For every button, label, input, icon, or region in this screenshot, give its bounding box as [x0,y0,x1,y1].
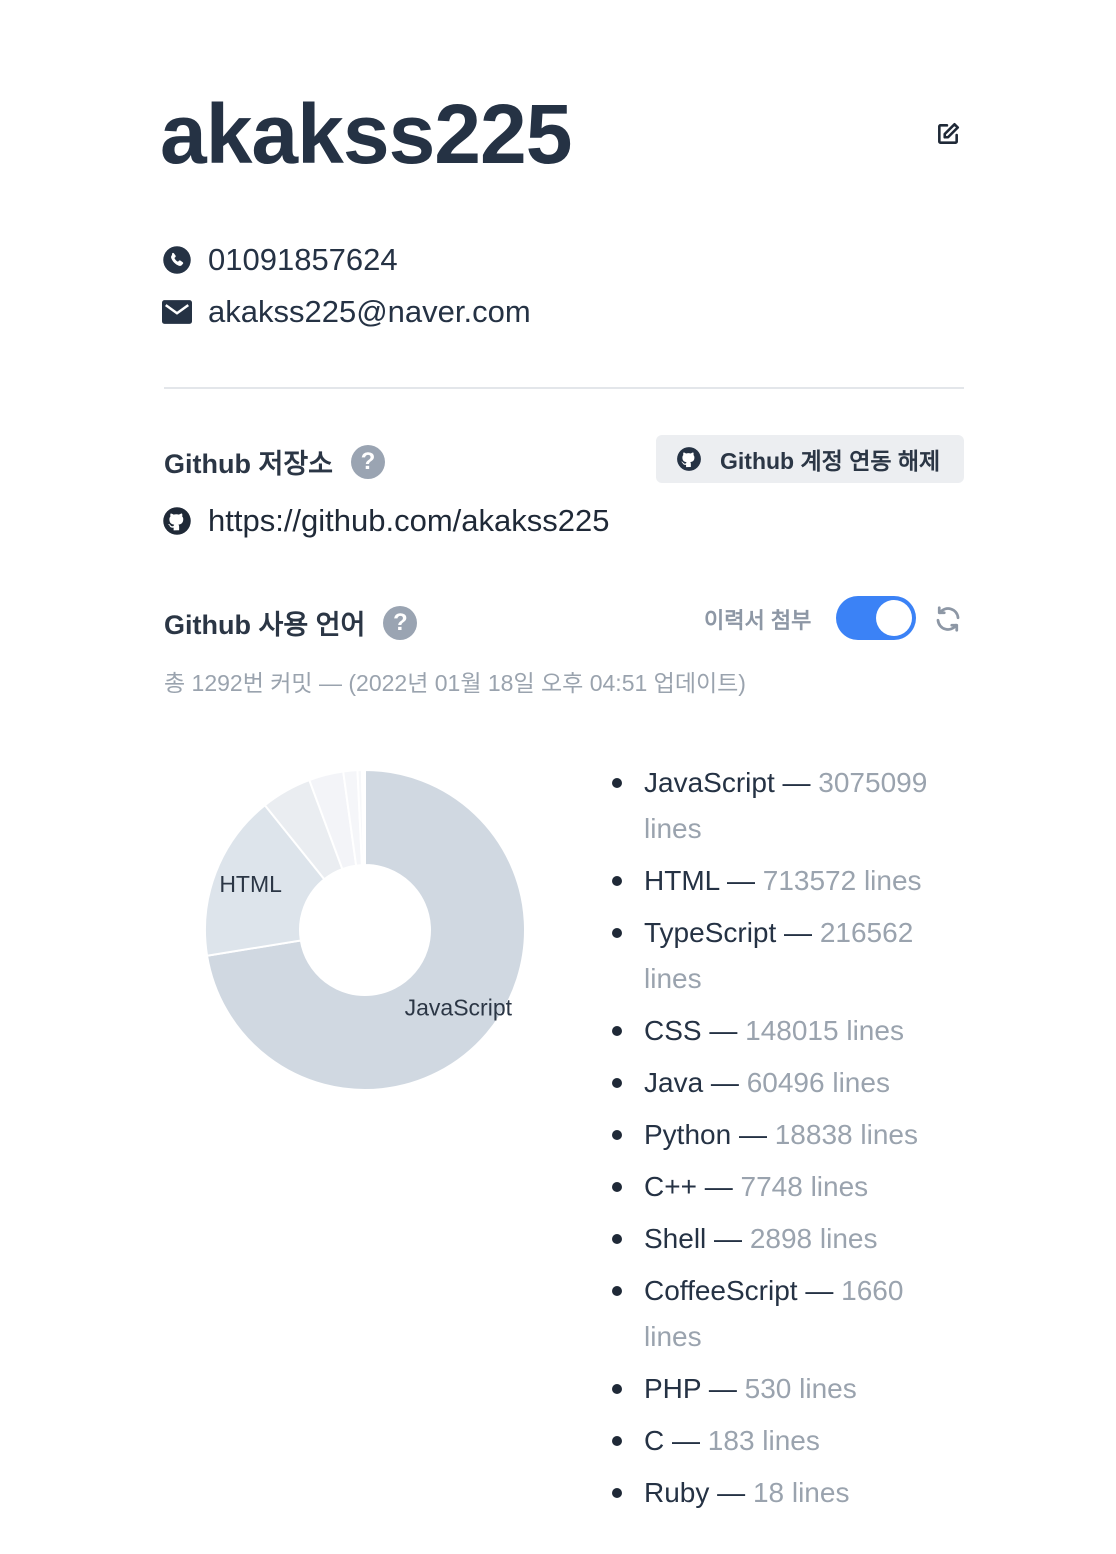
language-line-count: 18838 lines [774,1119,918,1150]
language-line-count: 148015 lines [745,1015,904,1046]
github-repo-url: https://github.com/akakss225 [208,503,610,538]
donut-slice-label: HTML [219,871,282,897]
donut-slice-label: JavaScript [405,994,513,1020]
language-separator: — [776,917,820,948]
language-name: C [644,1425,665,1456]
commit-info: 총 1292번 커밋 — (2022년 01월 18일 오후 04:51 업데이… [164,670,746,696]
toggle-knob [876,600,912,636]
language-separator: — [696,1171,741,1202]
language-name: CSS [644,1015,702,1046]
language-list-item: HTML — 713572 lines [610,858,960,904]
resume-attach-label: 이력서 첨부 [704,608,812,633]
language-list-item: C++ — 7748 lines [610,1164,960,1210]
github-repo-title: Github 저장소 ? [164,442,385,481]
phone-icon [162,245,192,275]
profile-name: akakss225 [160,87,572,181]
github-lang-title: Github 사용 언어 ? [164,603,418,642]
section-divider [164,387,964,389]
language-donut-chart: JavaScript HTML [204,768,526,1091]
phone-row: 01091857624 [162,242,398,278]
language-list-item: TypeScript — 216562 lines [610,910,960,1002]
language-line-count: 18 lines [752,1477,850,1508]
language-name: PHP [644,1373,702,1404]
github-repo-link[interactable]: https://github.com/akakss225 [162,503,610,539]
phone-number: 01091857624 [208,242,398,277]
resume-attach-toggle[interactable] [836,596,916,640]
github-repo-title-text: Github 저장소 [164,449,333,479]
language-list-item: CoffeeScript — 1660 lines [610,1268,960,1360]
language-line-count: 713572 lines [762,865,922,896]
edit-icon [938,122,960,144]
language-list-item: Ruby — 18 lines [610,1470,960,1516]
github-icon [162,506,192,536]
help-icon[interactable]: ? [383,605,418,640]
language-list-item: Python — 18838 lines [610,1112,960,1158]
help-icon[interactable]: ? [351,444,385,479]
language-name: HTML [644,865,720,896]
github-icon [676,446,702,472]
language-separator: — [797,1275,842,1306]
language-name: JavaScript [644,767,775,798]
language-line-count: 2898 lines [749,1223,878,1254]
language-line-count: 530 lines [744,1373,857,1404]
language-separator: — [701,1373,745,1404]
language-list-item: Java — 60496 lines [610,1060,960,1106]
refresh-button[interactable] [932,603,964,635]
language-list-item: JavaScript — 3075099 lines [610,760,960,852]
refresh-icon [936,606,960,632]
language-separator: — [706,1223,750,1254]
language-name: CoffeeScript [644,1275,798,1306]
language-name: Python [644,1119,732,1150]
language-name: Java [644,1067,704,1098]
language-list-item: Shell — 2898 lines [610,1216,960,1262]
language-name: C++ [644,1171,697,1202]
email-address: akakss225@naver.com [208,294,531,329]
edit-button[interactable] [932,118,964,150]
language-line-count: 183 lines [707,1425,820,1456]
profile-page: akakss225 01091857624 akakss225@naver.co… [0,0,1116,1554]
email-row: akakss225@naver.com [162,294,531,330]
language-separator: — [731,1119,775,1150]
language-name: Shell [644,1223,707,1254]
language-separator: — [701,1015,746,1046]
github-disconnect-label: Github 계정 연동 해제 [720,448,941,474]
language-name: TypeScript [644,917,777,948]
github-disconnect-button[interactable]: Github 계정 연동 해제 [656,435,964,483]
language-line-count: 7748 lines [740,1171,869,1202]
language-list-item: CSS — 148015 lines [610,1008,960,1054]
language-list-item: C — 183 lines [610,1418,960,1464]
github-lang-title-text: Github 사용 언어 [164,610,366,640]
language-separator: — [774,767,819,798]
language-name: Ruby [644,1477,710,1508]
language-separator: — [703,1067,747,1098]
language-list-item: PHP — 530 lines [610,1366,960,1412]
language-separator: — [719,865,763,896]
language-separator: — [709,1477,753,1508]
language-line-count: 60496 lines [746,1067,890,1098]
language-separator: — [664,1425,708,1456]
language-list: JavaScript — 3075099 lines HTML — 713572 … [610,760,960,1522]
mail-icon [162,297,192,327]
